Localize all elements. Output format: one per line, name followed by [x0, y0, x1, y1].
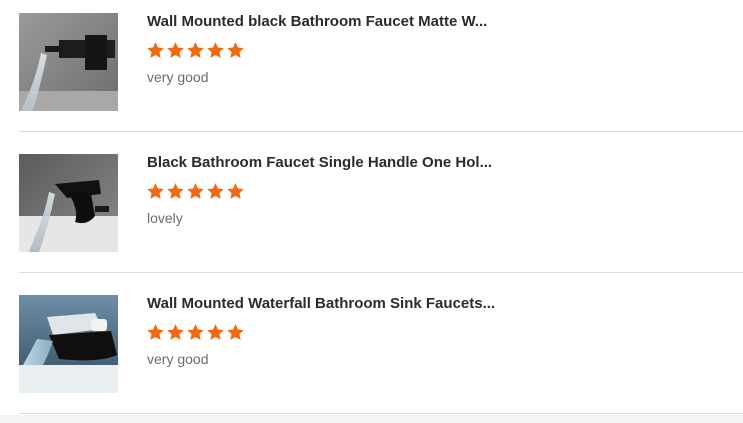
star-icon [187, 42, 204, 58]
star-icon [147, 183, 164, 199]
star-icon [207, 183, 224, 199]
product-thumbnail[interactable] [19, 154, 118, 252]
star-icon [187, 324, 204, 340]
product-title[interactable]: Black Bathroom Faucet Single Handle One … [147, 154, 492, 172]
star-icon [207, 42, 224, 58]
review-item: Black Bathroom Faucet Single Handle One … [19, 154, 743, 273]
star-icon [227, 324, 244, 340]
star-icon [167, 42, 184, 58]
star-icon [187, 183, 204, 199]
divider [19, 272, 743, 273]
review-comment: very good [147, 351, 209, 367]
review-item: Wall Mounted Waterfall Bathroom Sink Fau… [19, 295, 743, 414]
star-icon [227, 183, 244, 199]
star-icon [227, 42, 244, 58]
review-comment: lovely [147, 210, 183, 226]
rating-stars [146, 323, 245, 342]
star-icon [147, 324, 164, 340]
review-item: Wall Mounted black Bathroom Faucet Matte… [19, 13, 743, 132]
product-title[interactable]: Wall Mounted black Bathroom Faucet Matte… [147, 13, 487, 31]
product-title[interactable]: Wall Mounted Waterfall Bathroom Sink Fau… [147, 295, 495, 313]
divider [19, 413, 743, 414]
review-list: Wall Mounted black Bathroom Faucet Matte… [0, 0, 743, 423]
star-icon [167, 183, 184, 199]
rating-stars [146, 41, 245, 60]
star-icon [207, 324, 224, 340]
product-thumbnail[interactable] [19, 295, 118, 393]
bottom-strip [0, 415, 743, 423]
rating-stars [146, 182, 245, 201]
star-icon [167, 324, 184, 340]
divider [19, 131, 743, 132]
review-comment: very good [147, 69, 209, 85]
star-icon [147, 42, 164, 58]
product-thumbnail[interactable] [19, 13, 118, 111]
